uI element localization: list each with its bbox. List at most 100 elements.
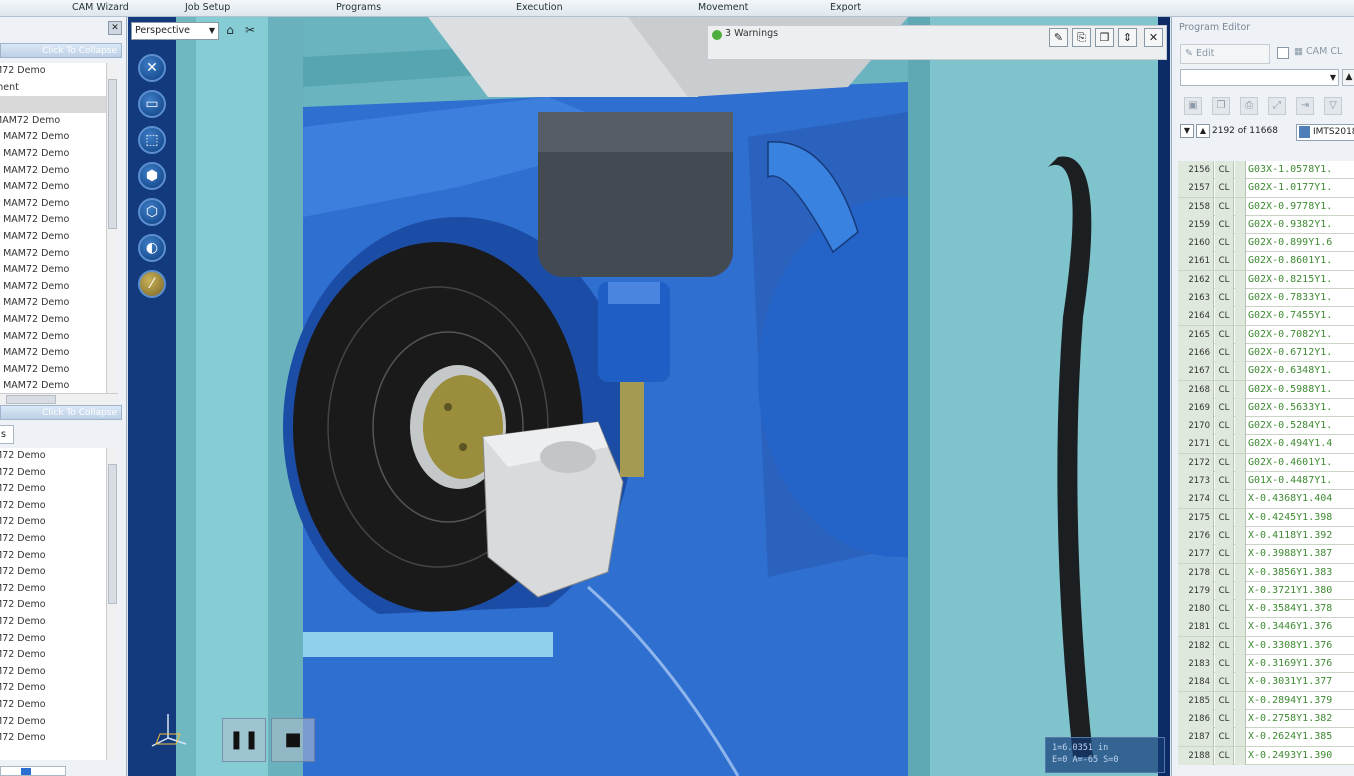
camera-icon[interactable]: ⌂ [221,22,239,38]
hscrollbar[interactable] [0,393,118,405]
scrollbar-top[interactable] [106,63,118,393]
program-line-row[interactable]: 2166 CL G02X-0.6712Y1. [1178,343,1354,363]
list-item[interactable]: 8 MAM72 Demo [0,312,106,329]
list-item[interactable]: M72 Demo [0,680,106,697]
program-line-row[interactable]: 2174 CL X-0.4368Y1.404 [1178,490,1354,509]
cam-cl-checkbox[interactable] [1277,47,1289,59]
program-line-row[interactable]: 2182 CL X-0.3308Y1.376 [1178,636,1354,656]
list-item[interactable]: M72 Demo [0,647,106,664]
program-line-row[interactable]: 2172 CL G02X-0.4601Y1. [1178,453,1354,473]
program-line-row[interactable]: 2165 CL G02X-0.7082Y1. [1178,325,1354,344]
list-item[interactable]: 8 MAM72 Demo [0,246,106,263]
list-item[interactable]: M72 Demo [0,448,106,465]
menu-execution[interactable]: Execution [516,2,563,13]
list-item[interactable]: M72 Demo [0,730,106,747]
program-file-tab[interactable]: IMTS2018 [1296,124,1354,141]
3d-viewport[interactable] [128,17,1170,776]
solid-view-icon[interactable]: ⬢ [138,162,166,190]
list-item[interactable]: 8 MAM72 Demo [0,212,106,229]
list-item[interactable]: M72 Demo [0,481,106,498]
program-line-row[interactable]: 2159 CL G02X-0.9382Y1. [1178,215,1354,235]
list-item[interactable]: M72 Demo [0,531,106,548]
list-item[interactable]: M72 Demo [0,564,106,581]
list-item[interactable]: 8 MAM72 Demo [0,329,106,346]
menu-programs[interactable]: Programs [336,2,381,13]
wireframe-view-icon[interactable]: ⬡ [138,198,166,226]
program-line-row[interactable]: 2157 CL G02X-1.0177Y1. [1178,179,1354,198]
warnings-text[interactable]: 3 Warnings [725,28,778,39]
program-line-row[interactable]: 2183 CL X-0.3169Y1.376 [1178,655,1354,674]
program-line-row[interactable]: 2173 CL G01X-0.4487Y1. [1178,472,1354,491]
list-item[interactable]: M72 Demo [0,631,106,648]
scrollbar-bottom[interactable] [106,448,118,760]
copy-program-icon[interactable]: ❐ [1212,97,1230,115]
expand-icon[interactable]: ⤢ [1268,97,1286,115]
pause-button[interactable]: ❚❚ [222,718,266,762]
panel-close-icon[interactable]: ✕ [108,21,122,35]
hscrollbar-thumb[interactable] [6,395,56,404]
list-item[interactable]: M72 Demo [0,465,106,482]
list-item[interactable]: 8 MAM72 Demo [0,179,106,196]
program-line-row[interactable]: 2187 CL X-0.2624Y1.385 [1178,728,1354,747]
program-select[interactable]: ▼ [1180,69,1339,86]
list-item[interactable]: 8 MAM72 Demo [0,295,106,312]
stop-button[interactable]: ■ [271,718,315,762]
program-line-row[interactable]: 2169 CL G02X-0.5633Y1. [1178,398,1354,418]
zoom-window-icon[interactable]: ⬚ [138,126,166,154]
program-line-row[interactable]: 2158 CL G02X-0.9778Y1. [1178,197,1354,216]
status-tab[interactable] [0,766,66,776]
export-icon[interactable]: ⎘ [1072,28,1091,47]
list-item[interactable]: M72 Demo [0,514,106,531]
program-line-row[interactable]: 2163 CL G02X-0.7833Y1. [1178,289,1354,308]
program-line-row[interactable]: 2177 CL X-0.3988Y1.387 [1178,545,1354,564]
program-line-row[interactable]: 2160 CL G02X-0.899Y1.6 [1178,234,1354,253]
menu-export[interactable]: Export [830,2,861,13]
program-line-row[interactable]: 2161 CL G02X-0.8601Y1. [1178,252,1354,271]
list-item[interactable]: 8 MAM72 Demo [0,196,106,213]
program-line-row[interactable]: 2181 CL X-0.3446Y1.376 [1178,618,1354,637]
scrollbar-top-thumb[interactable] [108,79,117,229]
program-line-row[interactable]: 2162 CL G02X-0.8215Y1. [1178,270,1354,290]
list-item[interactable]: 8 MAM72 Demo [0,345,106,362]
program-line-row[interactable]: 2179 CL X-0.3721Y1.380 [1178,581,1354,601]
edit-button[interactable]: ✎ Edit [1180,44,1270,64]
program-line-row[interactable]: 2156 CL G03X-1.0578Y1. [1178,161,1354,180]
program-line-row[interactable]: 2176 CL X-0.4118Y1.392 [1178,526,1354,546]
program-line-row[interactable]: 2171 CL G02X-0.494Y1.4 [1178,435,1354,454]
next-line-icon[interactable]: ▼ [1180,124,1194,138]
list-item[interactable]: M72 Demo [0,498,106,515]
list-item[interactable]: MAM72 Demo [0,113,106,130]
list-item[interactable]: 8 MAM72 Demo [0,362,106,379]
list-item[interactable]: M72 Demo [0,664,106,681]
list-item[interactable]: M72 Demo [0,548,106,565]
list-item[interactable]: 8 MAM72 Demo [0,262,106,279]
list-item[interactable]: 8 MAM72 Demo [0,229,106,246]
list-item[interactable]: 8 MAM72 Demo [0,146,106,163]
tool-path-icon[interactable]: ⁄ [138,270,166,298]
shading-icon[interactable]: ◐ [138,234,166,262]
fit-view-icon[interactable]: ✕ [138,54,166,82]
run-to-icon[interactable]: ⇥ [1296,97,1314,115]
program-line-row[interactable]: 2185 CL X-0.2894Y1.379 [1178,691,1354,710]
program-line-row[interactable]: 2186 CL X-0.2758Y1.382 [1178,709,1354,729]
top-view-icon[interactable]: ▭ [138,90,166,118]
list-item[interactable]: ment [0,80,106,97]
menu-movement[interactable]: Movement [698,2,748,13]
program-line-row[interactable]: 2184 CL X-0.3031Y1.377 [1178,673,1354,692]
list-item[interactable]: M72 Demo [0,714,106,731]
list-item[interactable]: M72 Demo [0,581,106,598]
list-item[interactable]: 8 MAM72 Demo [0,279,106,296]
copy-icon[interactable]: ❐ [1095,28,1114,47]
collapse-bar-bottom[interactable]: Click To Collapse [0,405,122,420]
view-mode-select[interactable]: Perspective ▼ [131,22,219,40]
program-line-row[interactable]: 2178 CL X-0.3856Y1.383 [1178,563,1354,582]
pencil-icon[interactable]: ✎ [1049,28,1068,47]
close-icon[interactable]: ✕ [1144,28,1163,47]
menu-cam-wizard[interactable]: CAM Wizard [72,2,129,13]
program-line-row[interactable]: 2167 CL G02X-0.6348Y1. [1178,362,1354,381]
list-item[interactable]: M72 Demo [0,597,106,614]
list-item[interactable]: 8 MAM72 Demo [0,129,106,146]
list-item[interactable]: 8 MAM72 Demo [0,163,106,180]
list-item[interactable]: M72 Demo [0,697,106,714]
program-line-row[interactable]: 2168 CL G02X-0.5988Y1. [1178,380,1354,399]
